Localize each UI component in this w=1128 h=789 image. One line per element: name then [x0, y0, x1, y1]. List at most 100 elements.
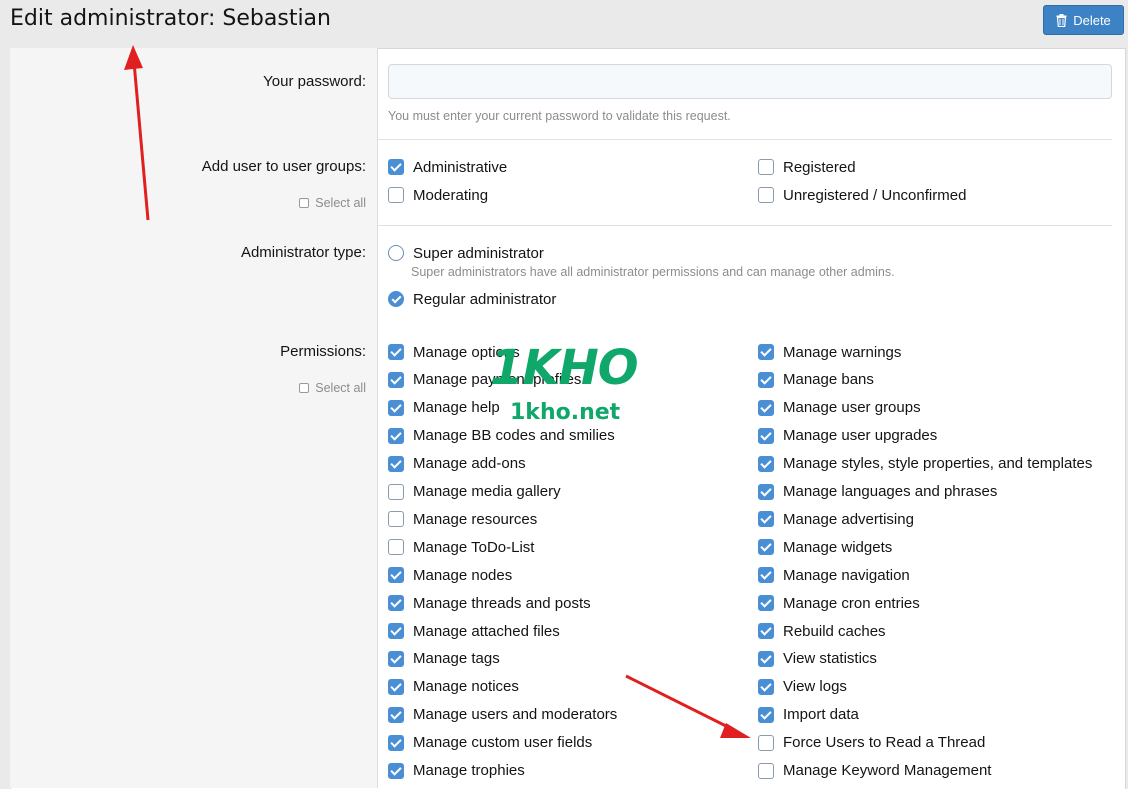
user-groups-label: Add user to user groups: [201, 158, 366, 175]
checkbox[interactable] [388, 567, 404, 584]
permission-label: Manage trophies [413, 762, 525, 779]
checkbox[interactable] [388, 595, 404, 612]
permission-import-data[interactable]: Import data [758, 704, 859, 726]
checkbox[interactable] [758, 483, 774, 500]
group-option-administrative[interactable]: Administrative [388, 156, 507, 178]
password-input[interactable] [388, 64, 1112, 99]
checkbox[interactable] [758, 399, 774, 416]
permission-manage-cron-entries[interactable]: Manage cron entries [758, 592, 920, 614]
checkbox[interactable] [758, 427, 774, 444]
permission-manage-threads-and-posts[interactable]: Manage threads and posts [388, 592, 591, 614]
divider [378, 225, 1112, 226]
permission-label: Manage widgets [783, 538, 893, 556]
radio-button[interactable] [388, 245, 404, 261]
permission-manage-trophies[interactable]: Manage trophies [388, 760, 525, 782]
delete-button[interactable]: Delete [1043, 5, 1124, 35]
checkbox[interactable] [388, 678, 404, 695]
permission-manage-attached-files[interactable]: Manage attached files [388, 620, 560, 642]
permission-manage-options[interactable]: Manage options [388, 341, 520, 363]
permission-manage-navigation[interactable]: Manage navigation [758, 564, 910, 586]
permission-label: Manage warnings [783, 343, 902, 361]
permission-label: View statistics [783, 650, 877, 668]
checkbox[interactable] [388, 427, 404, 444]
checkbox[interactable] [388, 539, 404, 556]
permission-view-logs[interactable]: View logs [758, 676, 847, 698]
checkbox[interactable] [388, 344, 404, 360]
permission-label: Manage languages and phrases [783, 483, 998, 500]
permission-view-statistics[interactable]: View statistics [758, 648, 877, 670]
permission-rebuild-caches[interactable]: Rebuild caches [758, 620, 886, 642]
checkbox[interactable] [758, 567, 774, 584]
permission-force-users-to-read-a-thread[interactable]: Force Users to Read a Thread [758, 732, 985, 754]
checkbox[interactable] [388, 511, 404, 528]
select-all-label: Select all [315, 196, 366, 210]
radio-regular-administrator[interactable]: Regular administrator [388, 288, 556, 310]
permission-label: Manage options [413, 343, 520, 361]
checkbox[interactable] [388, 455, 404, 472]
permission-label: Rebuild caches [783, 622, 886, 640]
group-option-registered[interactable]: Registered [758, 156, 856, 178]
permission-manage-warnings[interactable]: Manage warnings [758, 341, 901, 363]
checkbox[interactable] [388, 483, 404, 500]
permission-manage-keyword-management[interactable]: Manage Keyword Management [758, 760, 991, 782]
checkbox[interactable] [758, 344, 774, 360]
checkbox[interactable] [758, 595, 774, 612]
checkbox[interactable] [388, 762, 404, 779]
checkbox[interactable] [388, 734, 404, 751]
checkbox[interactable] [758, 623, 774, 639]
permission-manage-notices[interactable]: Manage notices [388, 676, 519, 698]
checkbox[interactable] [758, 511, 774, 528]
checkbox[interactable] [388, 399, 404, 416]
super-admin-hint: Super administrators have all administra… [411, 265, 895, 279]
permissions-select-all[interactable]: Select all [299, 381, 366, 395]
group-option-moderating[interactable]: Moderating [388, 184, 488, 206]
checkbox[interactable] [388, 371, 404, 388]
permission-manage-styles-style-properties-and-templates[interactable]: Manage styles, style properties, and tem… [758, 453, 1092, 475]
permission-label: Import data [783, 706, 859, 724]
permission-manage-bb-codes-and-smilies[interactable]: Manage BB codes and smilies [388, 425, 615, 447]
checkbox[interactable] [758, 706, 774, 723]
checkbox[interactable] [758, 650, 774, 667]
permission-manage-help[interactable]: Manage help [388, 397, 500, 419]
radio-button[interactable] [388, 291, 404, 307]
checkbox[interactable] [758, 762, 774, 779]
permissions-label: Permissions: [280, 343, 366, 360]
permission-manage-custom-user-fields[interactable]: Manage custom user fields [388, 732, 592, 754]
group-option-unregistered[interactable]: Unregistered / Unconfirmed [758, 184, 966, 206]
permission-manage-nodes[interactable]: Manage nodes [388, 564, 512, 586]
user-groups-select-all[interactable]: Select all [299, 196, 366, 210]
checkbox[interactable] [388, 706, 404, 723]
permission-manage-widgets[interactable]: Manage widgets [758, 536, 892, 558]
permission-manage-user-groups[interactable]: Manage user groups [758, 397, 921, 419]
permission-manage-users-and-moderators[interactable]: Manage users and moderators [388, 704, 617, 726]
divider [378, 139, 1112, 140]
permission-manage-advertising[interactable]: Manage advertising [758, 508, 914, 530]
select-all-checkbox[interactable] [299, 383, 310, 393]
permission-manage-media-gallery[interactable]: Manage media gallery [388, 481, 561, 503]
permission-label: Manage bans [783, 371, 874, 389]
checkbox[interactable] [758, 734, 774, 751]
checkbox[interactable] [388, 159, 404, 175]
checkbox[interactable] [758, 455, 774, 472]
permission-manage-languages-and-phrases[interactable]: Manage languages and phrases [758, 481, 997, 503]
admin-type-label: Administrator type: [240, 244, 366, 261]
checkbox[interactable] [388, 650, 404, 667]
permission-manage-bans[interactable]: Manage bans [758, 369, 874, 391]
checkbox[interactable] [758, 539, 774, 556]
checkbox[interactable] [758, 678, 774, 695]
checkbox[interactable] [758, 371, 774, 388]
permission-manage-todo-list[interactable]: Manage ToDo-List [388, 536, 534, 558]
permission-manage-tags[interactable]: Manage tags [388, 648, 500, 670]
checkbox[interactable] [758, 187, 774, 203]
checkbox[interactable] [388, 187, 404, 203]
checkbox[interactable] [388, 623, 404, 639]
checkbox[interactable] [758, 159, 774, 175]
radio-super-administrator[interactable]: Super administrator [388, 242, 544, 264]
select-all-checkbox[interactable] [299, 198, 310, 208]
permission-label: Manage resources [413, 510, 538, 528]
permission-label: Manage attached files [413, 622, 560, 640]
permission-manage-resources[interactable]: Manage resources [388, 508, 537, 530]
permission-manage-user-upgrades[interactable]: Manage user upgrades [758, 425, 937, 447]
permission-manage-payment-profiles[interactable]: Manage payment profiles [388, 369, 581, 391]
permission-manage-add-ons[interactable]: Manage add-ons [388, 453, 526, 475]
